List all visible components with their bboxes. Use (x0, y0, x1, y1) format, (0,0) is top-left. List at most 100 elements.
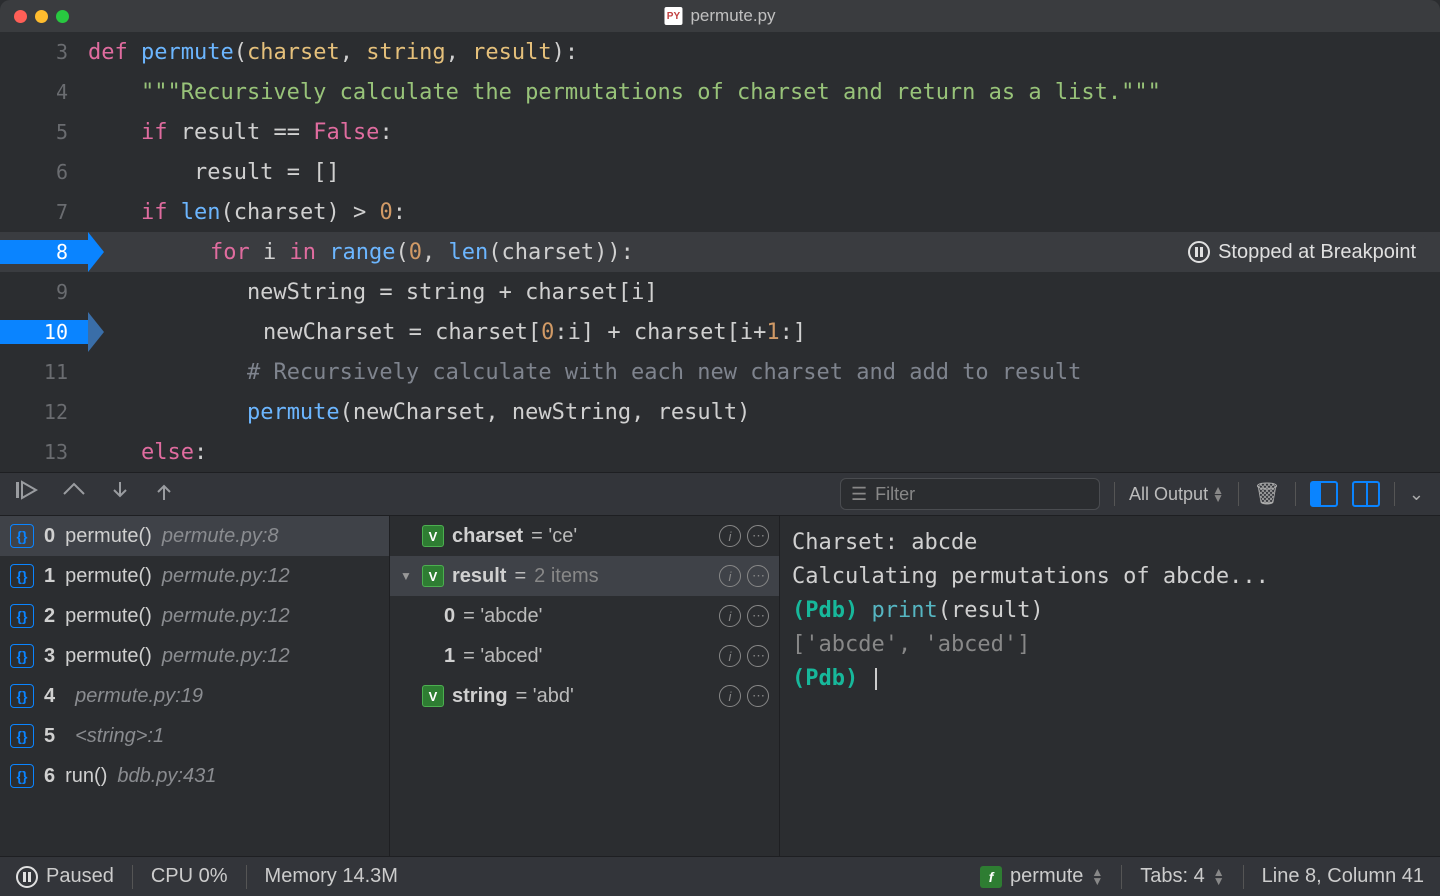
info-icon[interactable]: i (719, 605, 741, 627)
more-icon[interactable]: ⋯ (747, 645, 769, 667)
call-stack-pane[interactable]: {} 0 permute() permute.py:8 {} 1 permute… (0, 516, 390, 856)
chevron-updown-icon: ▲▼ (1213, 868, 1225, 885)
title-text: permute.py (690, 6, 775, 26)
info-icon[interactable]: i (719, 645, 741, 667)
info-icon[interactable]: i (719, 525, 741, 547)
status-tabs-label: Tabs: 4 (1140, 865, 1204, 888)
info-icon[interactable]: i (719, 685, 741, 707)
stack-frame[interactable]: {} 3 permute() permute.py:12 (0, 636, 389, 676)
python-file-icon: PY (664, 7, 682, 25)
variable-row[interactable]: V string = 'abd' i⋯ (390, 676, 779, 716)
console-result: ['abcde', 'abced'] (792, 628, 1428, 662)
output-selector[interactable]: All Output ▲▼ (1129, 484, 1224, 505)
variables-pane[interactable]: V charset = 'ce' i⋯ ▼ V result = 2 items… (390, 516, 780, 856)
step-into-icon[interactable] (110, 480, 130, 508)
close-icon[interactable] (14, 10, 27, 23)
code-line: def permute(charset, string, result): (88, 40, 578, 65)
code-line: """Recursively calculate the permutation… (88, 80, 1161, 105)
status-cpu: CPU 0% (151, 865, 228, 888)
frame-badge-icon: {} (10, 764, 34, 788)
gutter-line[interactable]: 11 (0, 360, 88, 384)
frame-fn: permute() (65, 605, 152, 628)
stack-frame[interactable]: {} 2 permute() permute.py:12 (0, 596, 389, 636)
var-value: = 'ce' (531, 525, 577, 548)
gutter-line[interactable]: 5 (0, 120, 88, 144)
step-out-icon[interactable] (154, 480, 174, 508)
gutter-line[interactable]: 12 (0, 400, 88, 424)
gutter-line[interactable]: 10 (0, 320, 88, 344)
status-paused[interactable]: Paused (16, 865, 114, 888)
chevron-down-icon[interactable]: ⌄ (1409, 484, 1424, 505)
var-value: = 'abced' (463, 645, 542, 668)
code-editor[interactable]: 3 def permute(charset, string, result): … (0, 32, 1440, 472)
gutter-line[interactable]: 4 (0, 80, 88, 104)
var-badge-icon: V (422, 685, 444, 707)
disclosure-open-icon[interactable]: ▼ (400, 569, 414, 583)
filter-input[interactable]: ☰ Filter (840, 478, 1100, 510)
stack-frame[interactable]: {} 0 permute() permute.py:8 (0, 516, 389, 556)
more-icon[interactable]: ⋯ (747, 605, 769, 627)
console-line[interactable]: (Pdb) (792, 662, 1428, 696)
var-badge-icon: V (422, 565, 444, 587)
debug-console[interactable]: Charset: abcde Calculating permutations … (780, 516, 1440, 856)
step-over-icon[interactable] (62, 480, 86, 508)
frame-badge-icon: {} (10, 684, 34, 708)
pause-icon (16, 866, 38, 888)
show-split-pane-button[interactable] (1352, 481, 1380, 507)
output-label: All Output (1129, 484, 1208, 505)
function-icon: f (980, 866, 1002, 888)
status-memory: Memory 14.3M (265, 865, 398, 888)
info-icon[interactable]: i (719, 565, 741, 587)
window-controls (0, 10, 69, 23)
status-fn-name: permute (1010, 865, 1083, 888)
stack-frame[interactable]: {} 5 <string>:1 (0, 716, 389, 756)
divider (1243, 865, 1244, 889)
status-tabs[interactable]: Tabs: 4 ▲▼ (1140, 865, 1224, 888)
gutter-line[interactable]: 8 (0, 240, 88, 264)
continue-icon[interactable] (16, 480, 38, 508)
gutter-line[interactable]: 13 (0, 440, 88, 464)
frame-loc: permute.py:12 (162, 645, 290, 668)
status-paused-label: Paused (46, 865, 114, 888)
more-icon[interactable]: ⋯ (747, 565, 769, 587)
cursor-icon (875, 668, 877, 690)
trash-icon[interactable]: 🗑 (1253, 481, 1281, 507)
debug-panes: {} 0 permute() permute.py:8 {} 1 permute… (0, 516, 1440, 856)
variable-row[interactable]: 1 = 'abced' i ⋯ (390, 636, 779, 676)
frame-loc: permute.py:12 (162, 605, 290, 628)
var-name: result (452, 565, 506, 588)
code-line: newCharset = charset[0:i] + charset[i+1:… (88, 320, 806, 345)
frame-fn: permute() (65, 565, 152, 588)
stack-frame[interactable]: {} 4 permute.py:19 (0, 676, 389, 716)
gutter-line[interactable]: 6 (0, 160, 88, 184)
more-icon[interactable]: ⋯ (747, 525, 769, 547)
minimize-icon[interactable] (35, 10, 48, 23)
breakpoint-arrow-icon[interactable] (88, 312, 104, 352)
stopped-label: Stopped at Breakpoint (1218, 241, 1416, 264)
frame-badge-icon: {} (10, 604, 34, 628)
console-line: Calculating permutations of abcde... (792, 560, 1428, 594)
frame-loc: <string>:1 (75, 725, 164, 748)
frame-loc: permute.py:12 (162, 565, 290, 588)
gutter-line[interactable]: 9 (0, 280, 88, 304)
variable-row[interactable]: 0 = 'abcde' i⋯ (390, 596, 779, 636)
show-left-pane-button[interactable] (1310, 481, 1338, 507)
stack-frame[interactable]: {} 1 permute() permute.py:12 (0, 556, 389, 596)
frame-fn: permute() (65, 645, 152, 668)
pdb-prompt: (Pdb) (792, 666, 858, 691)
var-name: 1 (444, 645, 455, 668)
stack-frame[interactable]: {} 6 run() bdb.py:431 (0, 756, 389, 796)
variable-row[interactable]: ▼ V result = 2 items i⋯ (390, 556, 779, 596)
var-name: 0 (444, 605, 455, 628)
frame-index: 1 (44, 565, 55, 588)
variable-row[interactable]: V charset = 'ce' i⋯ (390, 516, 779, 556)
zoom-icon[interactable] (56, 10, 69, 23)
more-icon[interactable]: ⋯ (747, 685, 769, 707)
console-arg: (result) (938, 598, 1044, 623)
status-function[interactable]: f permute ▲▼ (980, 865, 1103, 888)
frame-fn: run() (65, 765, 107, 788)
code-line: else: (88, 440, 207, 465)
gutter-line[interactable]: 3 (0, 40, 88, 64)
gutter-line[interactable]: 7 (0, 200, 88, 224)
console-cmd: print (871, 598, 937, 623)
